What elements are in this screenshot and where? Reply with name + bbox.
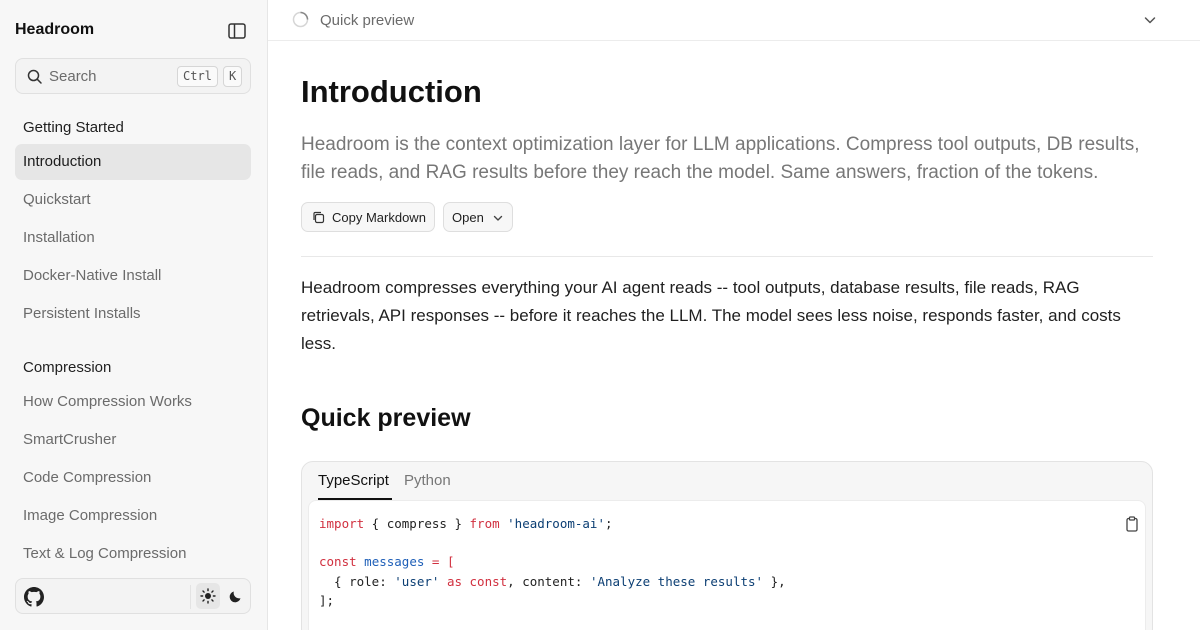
sidebar-item-image-compression[interactable]: Image Compression [15,498,251,534]
search-icon [26,68,44,86]
quick-preview-heading: Quick preview [301,404,471,432]
code-token: 'Analyze these results' [589,574,764,589]
code-token: import [319,516,365,531]
copy-markdown-button[interactable]: Copy Markdown [301,202,435,232]
code-block: TypeScript Python import { compress } fr… [301,461,1153,630]
sidebar-item-smartcrusher[interactable]: SmartCrusher [15,422,251,458]
section-title-compression: Compression [23,359,112,376]
code-token: 'headroom-ai' [499,516,605,531]
code-line-3: const messages = [ [319,554,454,569]
loading-spinner-icon [292,11,309,28]
code-token: { compress } [364,516,470,531]
code-token: }, [763,574,786,589]
code-content[interactable]: import { compress } from 'headroom-ai'; … [308,500,1146,630]
brand-title[interactable]: Headroom [15,21,94,39]
sidebar-toggle-icon[interactable] [226,20,248,42]
content-divider [301,256,1153,257]
sidebar-item-docker-native-install[interactable]: Docker-Native Install [15,258,251,294]
sidebar-footer [15,578,251,614]
search-input[interactable]: Search Ctrl K [15,58,251,94]
page-title: Introduction [301,74,482,109]
tab-python[interactable]: Python [404,472,451,489]
page-lead: Headroom is the context optimization lay… [301,134,1140,183]
dark-theme-moon-icon[interactable] [224,583,248,609]
shortcut-ctrl-key: Ctrl [177,66,218,87]
code-token: as const [439,574,508,589]
sidebar: Headroom Search Ctrl K Getting Started I… [0,0,268,630]
open-dropdown-button[interactable]: Open [443,202,513,232]
sidebar-item-installation[interactable]: Installation [15,220,251,256]
sidebar-item-quickstart[interactable]: Quickstart [15,182,251,218]
chevron-down-icon [493,215,503,221]
sidebar-item-persistent-installs[interactable]: Persistent Installs [15,296,251,332]
sidebar-item-introduction[interactable]: Introduction [15,144,251,180]
code-token: ; [604,516,613,531]
footer-divider [190,585,191,609]
clipboard-icon[interactable] [1123,515,1141,533]
topbar-label: Quick preview [320,12,415,29]
quick-preview-toggle[interactable]: Quick preview [268,0,1200,41]
copy-icon [313,211,325,224]
code-token: const [319,554,357,569]
intro-paragraph: Headroom compresses everything your AI a… [301,278,1121,353]
sidebar-item-text-log-compression[interactable]: Text & Log Compression [15,536,251,572]
tab-typescript[interactable]: TypeScript [318,472,389,489]
code-line-1: import { compress } from 'headroom-ai'; [319,516,613,531]
code-line-4: { role: 'user' as const, content: 'Analy… [319,574,786,589]
light-theme-sun-icon[interactable] [196,583,220,609]
code-token: = [ [424,554,455,569]
code-token: from [469,516,500,531]
code-token: { role: [319,574,395,589]
code-line-5: ]; [319,593,335,608]
code-token: messages [356,554,425,569]
section-title-getting-started: Getting Started [23,119,124,136]
chevron-down-icon [1142,12,1158,28]
code-token: 'user' [394,574,440,589]
code-token: , content: [507,574,590,589]
github-icon[interactable] [24,587,44,607]
search-placeholder: Search [49,68,97,85]
sidebar-item-code-compression[interactable]: Code Compression [15,460,251,496]
sidebar-item-how-compression-works[interactable]: How Compression Works [15,384,251,420]
copy-markdown-label: Copy Markdown [332,210,426,225]
shortcut-k-key: K [223,66,243,87]
open-label: Open [452,210,484,225]
